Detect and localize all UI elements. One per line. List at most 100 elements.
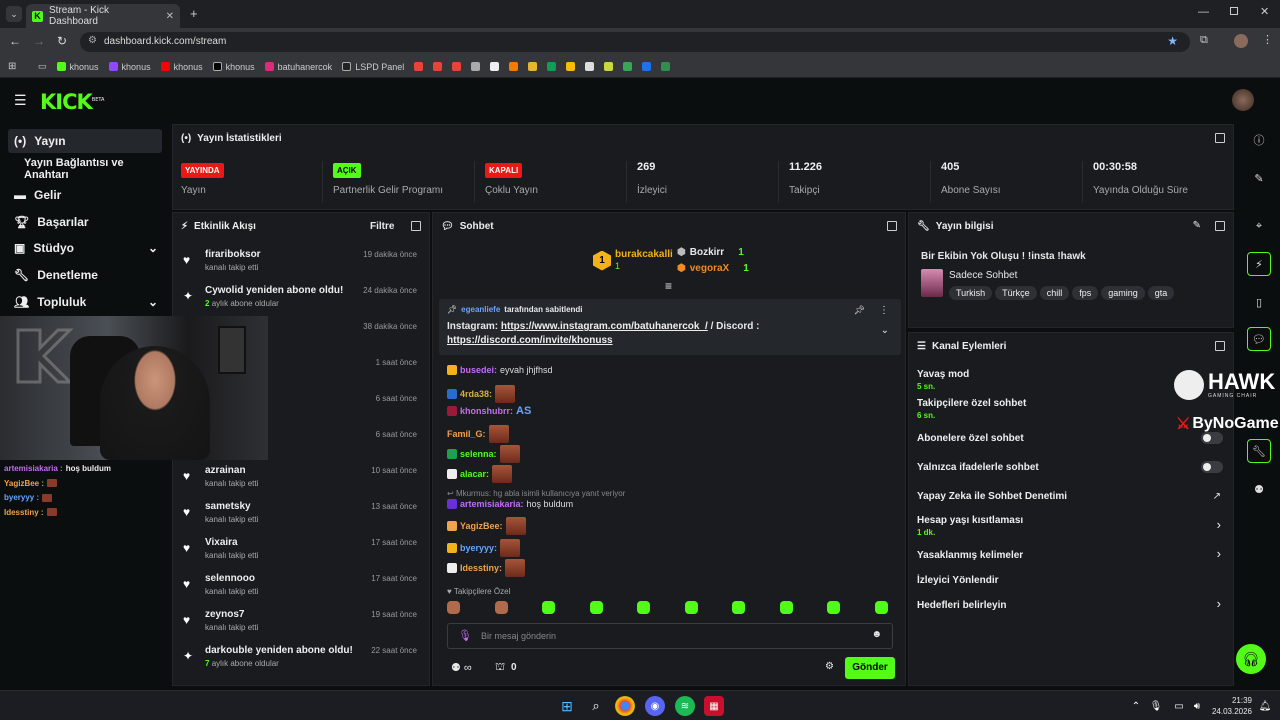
community-icon[interactable]: ⚉: [1247, 477, 1271, 501]
kick-logo[interactable]: KICKBETA: [40, 90, 104, 114]
info-icon[interactable]: ⓘ: [1247, 128, 1271, 152]
user-avatar[interactable]: [1232, 89, 1254, 111]
spotify-icon[interactable]: ≋: [675, 696, 695, 716]
bookmark-site-icon[interactable]: [566, 62, 576, 71]
chat-username[interactable]: YagizBee:: [460, 521, 503, 531]
bookmark-sheet-icon[interactable]: [490, 62, 500, 71]
emoji-icon[interactable]: ☻: [871, 629, 882, 640]
menu-icon[interactable]: ⋮: [1262, 33, 1273, 46]
chat-username[interactable]: selenna:: [460, 449, 497, 459]
external-link-icon[interactable]: ↗: [1213, 491, 1221, 502]
sidebar-item-topluluk[interactable]: 👥︎ Topluluk ⌄: [8, 290, 162, 314]
expand-icon[interactable]: ≡: [665, 279, 672, 293]
popout-icon[interactable]: [887, 221, 897, 231]
bookmark-site-icon[interactable]: [585, 62, 595, 71]
close-tab-icon[interactable]: ✕: [166, 11, 174, 22]
site-info-icon[interactable]: ⚙: [88, 35, 97, 46]
chrome-icon[interactable]: [615, 696, 635, 716]
chat-username[interactable]: byeryyy:: [460, 543, 497, 553]
start-icon[interactable]: ⊞: [557, 696, 577, 716]
emote-icon[interactable]: [827, 601, 840, 614]
emotes-only-toggle[interactable]: [1201, 461, 1223, 473]
bookmark-sheets-icon[interactable]: [547, 62, 557, 71]
ai-moderation-row[interactable]: Yapay Zeka ile Sohbet Denetimi: [917, 491, 1227, 502]
emote-icon[interactable]: [542, 601, 555, 614]
forward-icon[interactable]: →: [33, 34, 45, 48]
sidebar-item-yayin[interactable]: (•) Yayın: [8, 129, 162, 153]
emote-icon[interactable]: [779, 601, 793, 614]
popout-icon[interactable]: [411, 221, 421, 231]
bookmark-site-icon[interactable]: [509, 62, 519, 71]
bookmark-khonus-youtube[interactable]: khonus: [160, 62, 203, 72]
app-icon[interactable]: ▦: [704, 696, 724, 716]
pencil-icon[interactable]: ✎: [1247, 166, 1271, 190]
sidebar-item-studyo[interactable]: ▣ Stüdyo ⌄: [8, 236, 162, 260]
shop-icon[interactable]: ⛫: [495, 661, 505, 675]
popout-icon[interactable]: [1215, 133, 1225, 143]
chat-username[interactable]: alacar:: [460, 469, 489, 479]
bookmark-site-icon[interactable]: [604, 62, 614, 71]
new-tab-button[interactable]: +: [190, 6, 198, 21]
hamburger-menu-icon[interactable]: ☰: [14, 92, 27, 109]
bookmark-gmail-icon[interactable]: [414, 62, 424, 71]
chat-input[interactable]: 🎙︎ Bir mesaj gönderin ☻: [447, 623, 893, 649]
folder-icon[interactable]: ▭: [38, 61, 47, 72]
emote-icon[interactable]: [874, 601, 888, 614]
network-icon[interactable]: ▭: [1172, 696, 1186, 716]
extensions-icon[interactable]: ⧉: [1200, 34, 1208, 47]
bookmark-site-icon[interactable]: [642, 62, 652, 71]
sidebar-item-denetleme[interactable]: 🔧︎ Denetleme: [8, 263, 162, 287]
maximize-button[interactable]: [1230, 7, 1238, 15]
send-button[interactable]: Gönder: [845, 657, 895, 679]
banned-words-row[interactable]: Yasaklanmış kelimeler: [917, 550, 1227, 561]
document-icon[interactable]: ▯: [1247, 290, 1271, 314]
close-window-button[interactable]: ✕: [1260, 5, 1269, 18]
bookmark-site-icon[interactable]: [528, 62, 538, 71]
emote-icon[interactable]: [732, 601, 745, 614]
emote-icon[interactable]: [447, 601, 460, 614]
chevron-right-icon[interactable]: ›: [1217, 546, 1221, 561]
raid-row[interactable]: İzleyici Yönlendir: [917, 575, 1227, 586]
subscribers-only-row[interactable]: Abonelere özel sohbet: [917, 433, 1227, 444]
stream-tag[interactable]: fps: [1072, 286, 1099, 300]
edit-icon[interactable]: ✎: [1193, 220, 1201, 231]
stream-tag[interactable]: gta: [1147, 286, 1175, 300]
chat-username[interactable]: khonshubrr:: [460, 406, 513, 416]
support-button[interactable]: 🎧︎: [1236, 644, 1266, 674]
reload-icon[interactable]: ↻: [57, 34, 67, 48]
chevron-right-icon[interactable]: ›: [1217, 596, 1221, 611]
stream-tag[interactable]: chill: [1039, 286, 1070, 300]
volume-icon[interactable]: 🔊︎: [1190, 696, 1204, 716]
lightning-icon[interactable]: ⚡︎: [1247, 252, 1271, 276]
emote-icon[interactable]: [684, 601, 698, 614]
stream-tag[interactable]: gaming: [1101, 286, 1145, 300]
bookmark-site-icon[interactable]: [661, 62, 671, 71]
microphone-icon[interactable]: 🎙︎: [458, 629, 472, 642]
profile-avatar[interactable]: [1234, 34, 1248, 48]
goals-row[interactable]: Hedefleri belirleyin: [917, 600, 1227, 611]
notification-icon[interactable]: 🔔︎: [1258, 696, 1272, 716]
microphone-icon[interactable]: 🎙︎: [1150, 696, 1163, 716]
sidebar-item-stream-key[interactable]: Yayın Bağlantısı ve Anahtarı: [8, 157, 162, 181]
url-input[interactable]: ⚙ dashboard.kick.com/stream ★: [80, 32, 1190, 52]
chat-username[interactable]: Famil_G:: [447, 429, 486, 439]
apps-icon[interactable]: ⊞: [8, 61, 16, 72]
emotes-only-row[interactable]: Yalnızca ifadelerle sohbet: [917, 462, 1227, 473]
chat-settings-icon[interactable]: ⚙: [825, 661, 834, 672]
back-icon[interactable]: ←: [9, 34, 21, 48]
popout-icon[interactable]: [1215, 221, 1225, 231]
chat-username[interactable]: busedei:: [460, 365, 497, 375]
emote-icon[interactable]: [589, 601, 603, 614]
focus-icon[interactable]: ⌖: [1247, 214, 1271, 238]
bookmark-gmail-icon[interactable]: [433, 62, 443, 71]
category-name[interactable]: Sadece Sohbet: [949, 270, 1017, 281]
instagram-link[interactable]: https://www.instagram.com/batuhanercok_/: [501, 321, 708, 332]
collapse-chevron-icon[interactable]: ⌄: [881, 325, 889, 336]
emote-icon[interactable]: [637, 601, 650, 614]
bookmark-khonus-kick[interactable]: khonus: [56, 62, 99, 72]
stream-tag[interactable]: Türkçe: [995, 286, 1037, 300]
filter-button[interactable]: Filtre: [370, 221, 394, 232]
bookmark-drive-icon[interactable]: [623, 62, 633, 71]
discord-icon[interactable]: ◉: [645, 696, 665, 716]
chat-icon[interactable]: 💬︎: [1247, 327, 1271, 351]
